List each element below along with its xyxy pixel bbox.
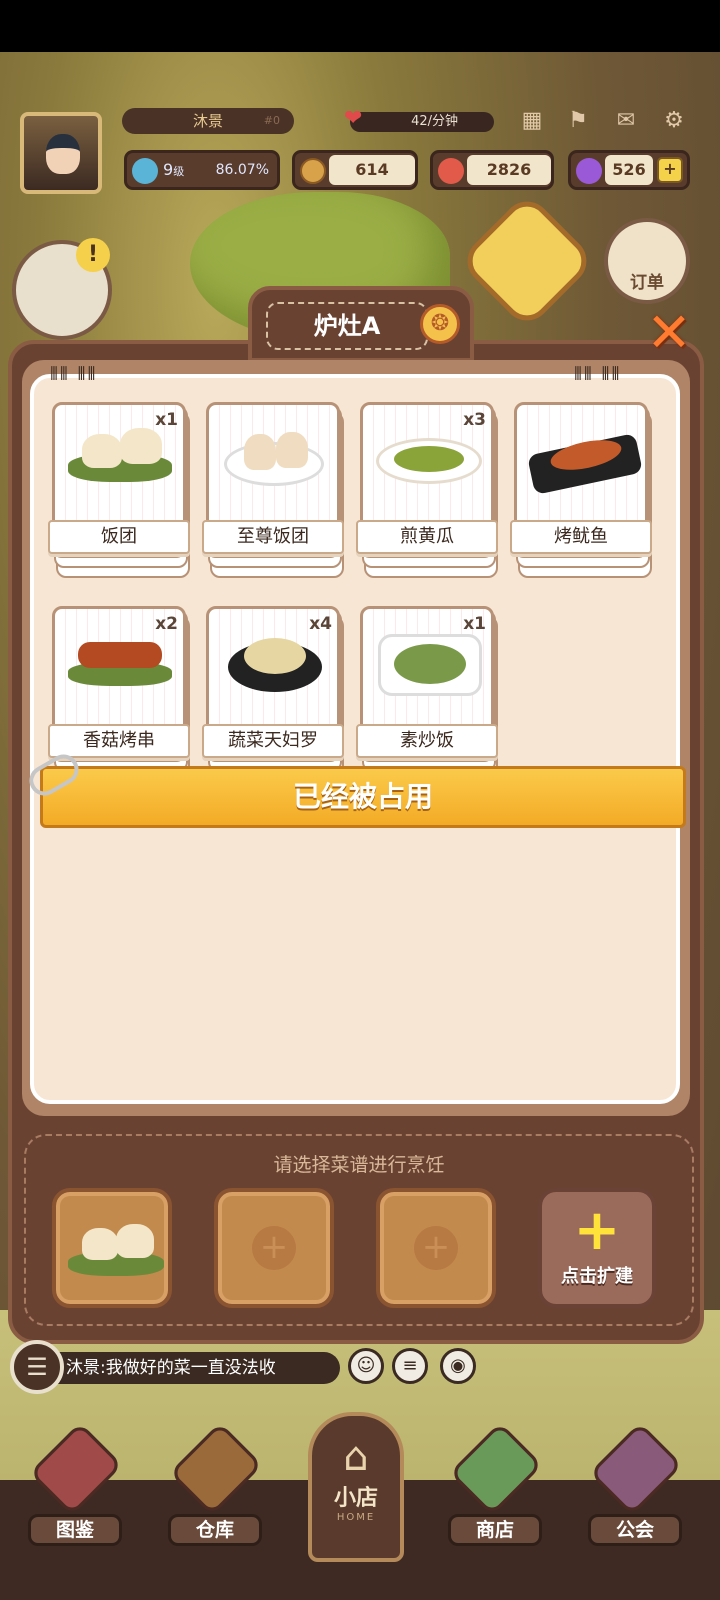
onigiri-food-icon: [68, 428, 172, 488]
cooking-slot-3[interactable]: +: [376, 1188, 496, 1308]
player-rank: #0: [263, 114, 280, 127]
emoji-icon[interactable]: ☺: [348, 1348, 384, 1384]
avatar-face: [46, 134, 80, 174]
guild-couple-icon: [589, 1422, 683, 1516]
nav-shop[interactable]: 商店: [440, 1422, 550, 1554]
expand-label: 点击扩建: [561, 1266, 633, 1287]
chat-list-icon[interactable]: ≡: [392, 1348, 428, 1384]
mail-icon[interactable]: ✉: [610, 108, 642, 136]
shop-icon: [449, 1422, 543, 1516]
player-name-bar[interactable]: 沐景 #0: [122, 108, 294, 134]
recipe-label: 蔬菜天妇罗: [202, 724, 344, 758]
bag-button[interactable]: !: [12, 238, 112, 340]
hearts-value: 2826: [467, 155, 551, 185]
player-avatar[interactable]: [20, 112, 102, 194]
binder-rings-right: ⦀⦀ ⦀⦀: [574, 364, 622, 385]
nav-catalog-label: 图鉴: [28, 1514, 122, 1546]
recipe-card-onigiri[interactable]: x1 饭团: [48, 402, 192, 582]
add-slot-icon: +: [414, 1226, 458, 1270]
swirl-icon[interactable]: ❂: [420, 304, 460, 344]
recipe-qty: x1: [463, 614, 486, 634]
panel-title: 炉灶A: [266, 302, 428, 350]
occupied-banner: 已经被占用: [40, 766, 686, 828]
chat-message-bar[interactable]: 沐景:我做好的菜一直没法收: [56, 1352, 340, 1384]
binder-rings-left: ⦀⦀ ⦀⦀: [50, 364, 98, 385]
expand-slot-button[interactable]: + 点击扩建: [538, 1188, 656, 1308]
panel-title-tab: 炉灶A ❂: [248, 286, 474, 362]
nav-home-sublabel: HOME: [336, 1512, 376, 1523]
chat-bubble-icon[interactable]: ☰: [10, 1340, 64, 1394]
player-name: 沐景: [192, 112, 223, 130]
level-number: 9: [163, 160, 174, 179]
vegetable-fried-rice-food-icon: [376, 632, 482, 696]
add-slot-icon: +: [252, 1226, 296, 1270]
heart-icon: ❤: [344, 106, 363, 131]
heart-currency-icon: [438, 158, 464, 184]
recipe-label: 饭团: [48, 520, 190, 554]
nav-warehouse-label: 仓库: [168, 1514, 262, 1546]
recipe-card-supreme-onigiri[interactable]: 至尊饭团: [202, 402, 346, 582]
heart-rate-value: 42/分钟: [411, 114, 458, 129]
level-value-wrap: 9级 86.07%: [161, 155, 277, 185]
nav-catalog[interactable]: 图鉴: [20, 1422, 130, 1554]
nav-home-label: 小店: [333, 1486, 378, 1511]
bag-alert-badge: !: [76, 238, 110, 272]
recipe-label: 香菇烤串: [48, 724, 190, 758]
star-level-icon: [132, 158, 158, 184]
book-icon: [29, 1422, 123, 1516]
recipe-card-grilled-squid[interactable]: 烤鱿鱼: [510, 402, 654, 582]
recipe-label: 素炒饭: [356, 724, 498, 758]
coin-icon: [300, 158, 326, 184]
coins-value: 614: [329, 155, 415, 185]
nav-warehouse[interactable]: 仓库: [160, 1422, 270, 1554]
gems-value: 526: [605, 155, 653, 185]
house-icon: ⌂: [343, 1434, 369, 1480]
fried-cucumber-food-icon: [376, 428, 482, 488]
nav-home[interactable]: ⌂ 小店 HOME: [308, 1412, 404, 1562]
gem-icon: [576, 158, 602, 184]
recipe-label: 烤鱿鱼: [510, 520, 652, 554]
heart-rate-bar: ❤ 42/分钟: [344, 108, 494, 132]
camera-icon[interactable]: ◉: [440, 1348, 476, 1384]
broom-icon[interactable]: ⚑: [562, 108, 594, 136]
vegetable-tempura-food-icon: [222, 632, 326, 692]
nav-guild-label: 公会: [588, 1514, 682, 1546]
gems-stat[interactable]: 526 +: [568, 150, 690, 190]
level-suffix: 级: [173, 165, 185, 178]
grilled-squid-food-icon: [527, 428, 643, 495]
recipe-qty: x4: [309, 614, 332, 634]
recipe-qty: x1: [155, 410, 178, 430]
recipe-qty: x3: [463, 410, 486, 430]
recipe-label: 至尊饭团: [202, 520, 344, 554]
close-button[interactable]: ✕: [642, 306, 696, 360]
recipe-card-vegetable-fried-rice[interactable]: x1 素炒饭: [356, 606, 500, 786]
cooking-slot-2[interactable]: +: [214, 1188, 334, 1308]
recipe-card-fried-cucumber[interactable]: x3 煎黄瓜: [356, 402, 500, 582]
calendar-icon[interactable]: ▦: [516, 108, 548, 136]
nav-guild[interactable]: 公会: [580, 1422, 690, 1554]
cooking-slot-1[interactable]: [52, 1188, 172, 1308]
add-gems-button[interactable]: +: [657, 157, 683, 183]
slots-hint: 请选择菜谱进行烹饪: [273, 1154, 445, 1176]
mushroom-skewer-food-icon: [68, 632, 172, 692]
hearts-stat[interactable]: 2826: [430, 150, 554, 190]
exp-percent: 86.07%: [215, 162, 269, 178]
coins-stat[interactable]: 614: [292, 150, 418, 190]
gear-icon[interactable]: ⚙: [658, 108, 690, 136]
recipe-card-vegetable-tempura[interactable]: x4 蔬菜天妇罗: [202, 606, 346, 786]
order-button[interactable]: 订单: [604, 218, 690, 304]
recipe-qty: x2: [155, 614, 178, 634]
plus-icon: +: [573, 1198, 621, 1263]
onigiri-cooking-icon: [68, 1222, 164, 1280]
level-stat[interactable]: 9级 86.07%: [124, 150, 280, 190]
nav-shop-label: 商店: [448, 1514, 542, 1546]
recipe-label: 煎黄瓜: [356, 520, 498, 554]
box-icon: [169, 1422, 263, 1516]
supreme-onigiri-food-icon: [222, 428, 326, 488]
